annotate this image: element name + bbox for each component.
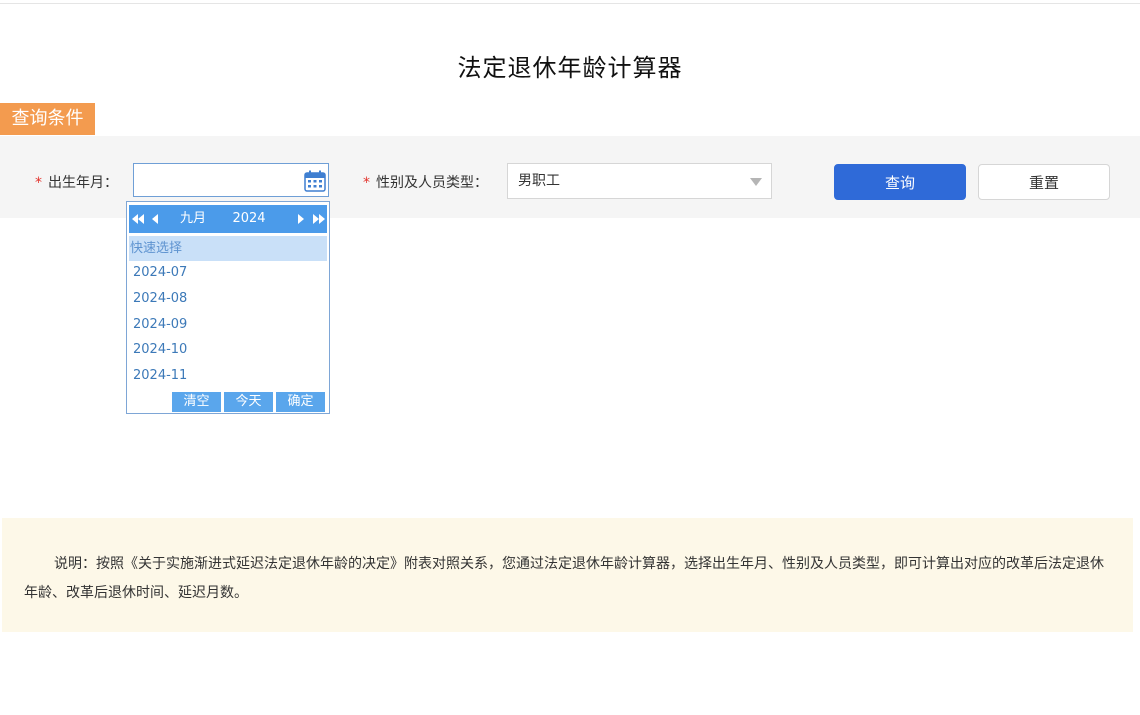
calendar-icon[interactable]: [304, 170, 326, 192]
double-right-icon[interactable]: [312, 205, 326, 233]
notice-box: 说明：按照《关于实施渐进式延迟法定退休年龄的决定》附表对照关系，您通过法定退休年…: [2, 518, 1133, 632]
gender-type-select[interactable]: 男职工: [507, 163, 772, 199]
birth-label: * 出生年月：: [35, 172, 118, 192]
query-button[interactable]: 查询: [834, 164, 966, 200]
birth-date-input[interactable]: [133, 163, 329, 197]
left-icon[interactable]: [151, 205, 159, 233]
confirm-button[interactable]: 确定: [276, 392, 325, 412]
chevron-down-icon[interactable]: [750, 178, 762, 186]
page-title: 法定退休年龄计算器: [457, 54, 683, 82]
date-picker-year[interactable]: 2024: [229, 205, 269, 233]
query-conditions-tab: 查询条件: [0, 103, 95, 135]
today-button[interactable]: 今天: [224, 392, 273, 412]
reset-button[interactable]: 重置: [978, 164, 1110, 200]
top-divider: [0, 0, 1140, 4]
quick-option[interactable]: 2024-07: [133, 265, 283, 280]
gender-label: * 性别及人员类型：: [363, 172, 488, 192]
quick-option[interactable]: 2024-08: [133, 291, 283, 306]
date-picker-popup: 九月 2024 快速选择 2024-07 2024-08 2024-09 202…: [126, 201, 330, 414]
birth-label-text: 出生年月：: [48, 175, 118, 191]
date-picker-month[interactable]: 九月: [179, 205, 207, 233]
required-mark: *: [35, 175, 42, 191]
quick-option[interactable]: 2024-10: [133, 342, 283, 357]
notice-text: 说明：按照《关于实施渐进式延迟法定退休年龄的决定》附表对照关系，您通过法定退休年…: [24, 556, 1104, 601]
quick-option[interactable]: 2024-11: [133, 368, 283, 383]
quick-select-title: 快速选择: [129, 236, 327, 261]
gender-label-text: 性别及人员类型：: [376, 175, 488, 191]
quick-option[interactable]: 2024-09: [133, 317, 283, 332]
date-picker-header: 九月 2024: [129, 205, 327, 233]
right-icon[interactable]: [297, 205, 305, 233]
clear-button[interactable]: 清空: [172, 392, 221, 412]
double-left-icon[interactable]: [131, 205, 145, 233]
required-mark: *: [363, 175, 370, 191]
